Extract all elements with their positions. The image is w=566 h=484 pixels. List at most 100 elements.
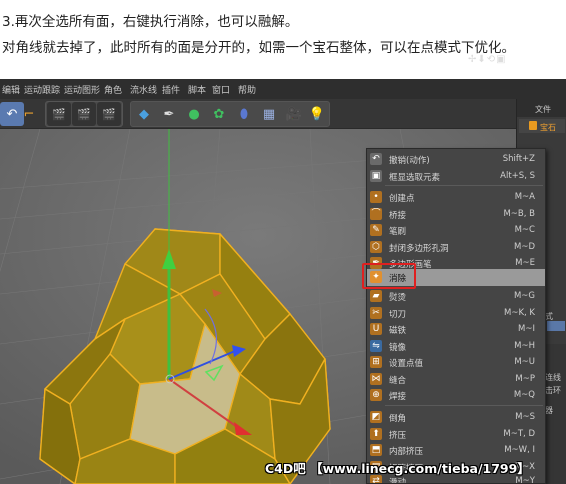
annotation-highlight-box: [362, 263, 416, 289]
menu-item-label: 设置点值: [389, 359, 424, 369]
side-label-2: 连线: [545, 373, 561, 382]
undo-icon: ↶: [370, 153, 382, 165]
menu-item-weld[interactable]: ⊕ 焊接 M~Q: [367, 387, 545, 404]
menu-item-shortcut: M~T, D: [503, 428, 535, 439]
menu-item-label: 内部挤压: [389, 447, 424, 457]
frame-selection-icon: ▣: [370, 169, 382, 182]
side-label-3: 击环: [545, 386, 561, 395]
render-view-icon[interactable]: 🎬: [47, 102, 71, 126]
set-point-value-icon: ⊞: [370, 356, 382, 368]
menu-item-knife[interactable]: ✂ 切刀 M~K, K: [367, 305, 545, 322]
menu-item-label: 倒角: [389, 414, 407, 424]
menu-item-label: 切刀: [389, 309, 407, 320]
menubar: 编辑 运动跟踪 运动图形 角色 流水线 插件 脚本 窗口 帮助: [0, 79, 566, 99]
caption-line-2: 对角线就去掉了，此时所有的面是分开的，如需一个宝石整体，可以在点模式下优化。: [2, 40, 515, 56]
mirror-icon: ⇋: [370, 339, 382, 352]
menu-edit[interactable]: 编辑: [2, 83, 20, 96]
object-icon: [529, 121, 537, 130]
menu-plugins[interactable]: 插件: [162, 83, 180, 96]
render-region-icon[interactable]: 🎬: [97, 102, 121, 126]
menu-item-undo[interactable]: ↶ 撤销(动作) Shift+Z: [367, 151, 545, 168]
toolbar: ↶ ⌐ 🎬 🎬 🎬 ◆ ✒ ● ✿ ⬮ ▦ 🎥 💡: [0, 99, 516, 129]
menu-item-extrude-inner[interactable]: ⬒ 内部挤压 M~W, I: [367, 442, 545, 459]
viewport-nav-icons[interactable]: ✢⬇⟲▣: [468, 54, 507, 65]
menu-item-extrude[interactable]: ⬆ 挤压 M~T, D: [367, 426, 545, 443]
menu-mograph[interactable]: 运动图形: [64, 83, 100, 96]
menu-item-shortcut: M~Q: [513, 390, 535, 400]
context-menu: ↶ 撤销(动作) Shift+Z ▣ 框显选取元素 Alt+S, S • 创建点…: [366, 148, 546, 484]
menu-item-shortcut: M~G: [513, 291, 535, 301]
menu-item-frame-selection[interactable]: ▣ 框显选取元素 Alt+S, S: [367, 168, 545, 185]
knife-icon: ✂: [370, 306, 382, 319]
render-settings-icon[interactable]: 🎬: [72, 102, 96, 126]
menu-item-iron[interactable]: ▰ 熨烫 M~G: [367, 288, 545, 305]
menu-item-label: 封闭多边形孔洞: [389, 243, 449, 254]
cloner-icon[interactable]: ✿: [207, 102, 231, 126]
menu-item-label: 熨烫: [389, 293, 407, 303]
menu-item-shortcut: M~P: [515, 373, 535, 384]
create-point-icon: •: [370, 191, 382, 203]
menu-item-label: 挤压: [389, 430, 407, 441]
iron-icon: ▰: [370, 290, 382, 302]
menu-item-label: 撤销(动作): [389, 156, 430, 166]
coordinate-icon[interactable]: ⌐: [17, 102, 41, 126]
menu-item-label: 滑动: [389, 478, 407, 484]
stitch-icon: ⋈: [370, 372, 382, 385]
sphere-object-icon[interactable]: ●: [182, 102, 206, 126]
menu-item-close-polygon-hole[interactable]: ⬡ 封闭多边形孔洞 M~D: [367, 239, 545, 256]
watermark: C4D吧 【www.linecg.com/tieba/1799】: [265, 461, 530, 476]
menu-item-shortcut: Shift+Z: [502, 154, 535, 164]
menu-item-shortcut: M~C: [514, 225, 535, 235]
close-polygon-hole-icon: ⬡: [370, 240, 382, 253]
menu-separator: [385, 405, 543, 406]
menu-item-shortcut: M~W, I: [504, 445, 535, 455]
menu-item-magnet[interactable]: U 磁铁 M~I: [367, 321, 545, 338]
menu-item-shortcut: M~A: [514, 192, 535, 202]
menu-item-brush[interactable]: ✎ 笔刷 M~C: [367, 222, 545, 239]
object-name[interactable]: 宝石: [540, 122, 556, 133]
menu-item-shortcut: M~K, K: [503, 307, 535, 318]
menu-character[interactable]: 角色: [104, 83, 122, 96]
menu-item-shortcut: M~S: [515, 412, 535, 422]
menu-item-label: 创建点: [389, 194, 415, 204]
menu-item-shortcut: M~E: [515, 258, 535, 268]
menu-item-shortcut: M~U: [514, 357, 535, 367]
side-label-4: 器: [545, 406, 553, 415]
menu-item-shortcut: M~I: [518, 324, 535, 334]
menu-script[interactable]: 脚本: [188, 83, 206, 96]
menu-item-shortcut: M~H: [514, 340, 535, 351]
menu-item-label: 笔刷: [389, 227, 407, 237]
menu-item-label: 镜像: [389, 342, 407, 353]
light-icon[interactable]: 💡: [305, 102, 329, 126]
menu-item-shortcut: M~Y: [515, 476, 535, 484]
menu-item-stitch[interactable]: ⋈ 缝合 M~P: [367, 371, 545, 388]
file-menu[interactable]: 文件: [535, 104, 551, 115]
menu-item-label: 框显选取元素: [389, 172, 441, 183]
deformer-icon[interactable]: ⬮: [232, 102, 256, 126]
caption-line-1: 3.再次全选所有面，右键执行消除，也可以融解。: [2, 14, 299, 30]
menu-pipeline[interactable]: 流水线: [130, 83, 157, 96]
extrude-icon: ⬆: [370, 427, 382, 440]
menu-item-mirror[interactable]: ⇋ 镜像 M~H: [367, 338, 545, 355]
bevel-icon: ◩: [370, 411, 382, 423]
menu-item-shortcut: M~D: [513, 241, 535, 252]
menu-separator: [385, 185, 543, 186]
menu-motion-tracking[interactable]: 运动跟踪: [24, 83, 60, 96]
bridge-icon: ⌒: [370, 207, 382, 220]
menu-item-create-point[interactable]: • 创建点 M~A: [367, 189, 545, 206]
menu-window[interactable]: 窗口: [212, 83, 230, 96]
menu-item-set-point-value[interactable]: ⊞ 设置点值 M~U: [367, 354, 545, 371]
menu-item-bridge[interactable]: ⌒ 桥接 M~B, B: [367, 206, 545, 223]
menu-item-shortcut: Alt+S, S: [500, 170, 535, 181]
menu-item-shortcut: M~B, B: [503, 208, 535, 219]
floor-icon[interactable]: ▦: [257, 102, 281, 126]
menu-item-label: 桥接: [389, 210, 407, 221]
menu-item-label: 缝合: [389, 375, 407, 386]
pen-icon[interactable]: ✒: [157, 102, 181, 126]
menu-help[interactable]: 帮助: [238, 83, 256, 96]
camera-icon[interactable]: 🎥: [282, 102, 306, 126]
menu-item-bevel[interactable]: ◩ 倒角 M~S: [367, 409, 545, 426]
weld-icon: ⊕: [370, 389, 382, 401]
magnet-icon: U: [370, 323, 382, 335]
cube-icon[interactable]: ◆: [132, 102, 156, 126]
